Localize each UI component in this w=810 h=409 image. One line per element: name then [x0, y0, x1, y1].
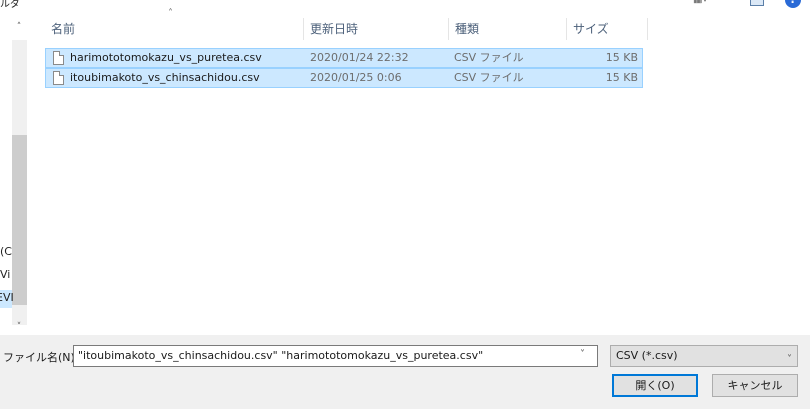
filetype-select[interactable]: CSV (*.csv) ˅	[610, 345, 798, 367]
help-icon[interactable]: ?	[785, 0, 801, 8]
file-row[interactable]: harimototomokazu_vs_puretea.csv 2020/01/…	[45, 48, 643, 68]
filename-label: ファイル名(N):	[3, 351, 79, 364]
column-header-size[interactable]: サイズ	[567, 18, 647, 40]
file-date: 2020/01/25 0:06	[310, 71, 402, 84]
toolbar-strip: ルダ ▦▾ ?	[0, 0, 810, 10]
filetype-value: CSV (*.csv)	[616, 349, 678, 362]
open-button[interactable]: 開く(O)	[612, 374, 698, 397]
file-name: itoubimakoto_vs_chinsachidou.csv	[70, 71, 260, 84]
nav-scroll-down-icon[interactable]: ˅	[12, 322, 26, 334]
address-fragment: ルダ	[0, 0, 20, 10]
column-header-type[interactable]: 種類	[449, 18, 566, 40]
filename-input[interactable]: "itoubimakoto_vs_chinsachidou.csv" "hari…	[73, 345, 598, 367]
navigation-pane: ˄ ˅ (C Vi EVI	[0, 10, 27, 335]
file-size: 15 KB	[605, 71, 638, 84]
cancel-button[interactable]: キャンセル	[712, 374, 798, 397]
chevron-down-icon: ˅	[787, 354, 792, 365]
column-header-name[interactable]: 名前	[45, 18, 303, 40]
nav-scroll-up-icon[interactable]: ˄	[12, 22, 26, 34]
nav-scrollbar-thumb[interactable]	[12, 135, 27, 305]
file-row[interactable]: itoubimakoto_vs_chinsachidou.csv 2020/01…	[45, 68, 643, 88]
file-icon	[53, 71, 64, 85]
nav-item-vi[interactable]: Vi	[0, 268, 10, 281]
dialog-footer: ファイル名(N): "itoubimakoto_vs_chinsachidou.…	[0, 335, 810, 409]
chevron-down-icon[interactable]: ˅	[580, 349, 585, 360]
nav-item-evi[interactable]: EVI	[0, 291, 14, 304]
file-size: 15 KB	[605, 51, 638, 64]
file-type: CSV ファイル	[454, 71, 524, 84]
file-type: CSV ファイル	[454, 51, 524, 64]
column-separator[interactable]	[647, 18, 648, 40]
nav-item-drive-c[interactable]: (C	[0, 245, 12, 258]
file-name: harimototomokazu_vs_puretea.csv	[70, 51, 262, 64]
view-options-icon[interactable]: ▦▾	[693, 0, 713, 6]
file-date: 2020/01/24 22:32	[310, 51, 409, 64]
column-header-date[interactable]: 更新日時	[304, 18, 448, 40]
file-icon	[53, 51, 64, 65]
file-list[interactable]: ˄ 名前 更新日時 種類 サイズ harimototomokazu_vs_pur…	[27, 8, 810, 335]
preview-pane-icon[interactable]	[750, 0, 764, 6]
